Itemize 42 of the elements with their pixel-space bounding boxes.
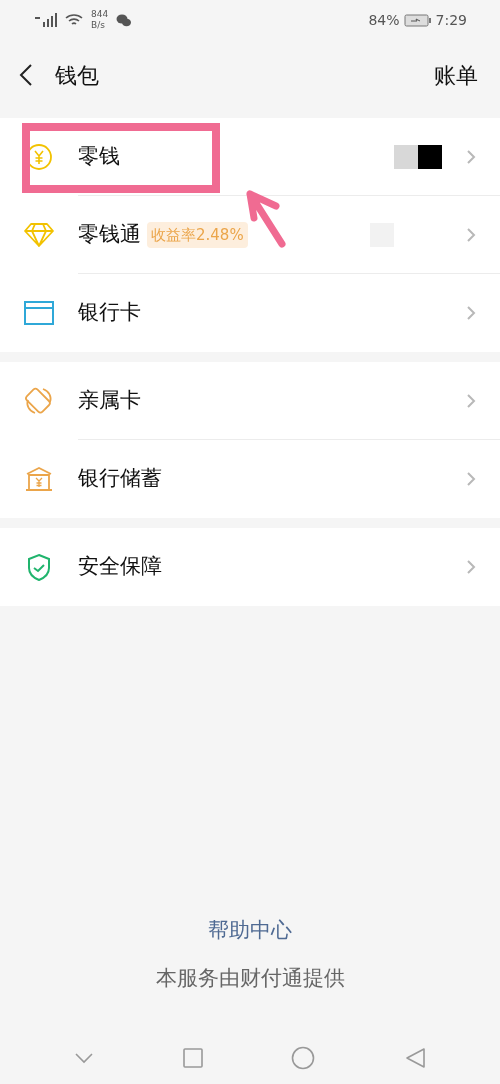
provider-note: 本服务由财付通提供 xyxy=(155,964,345,992)
back-icon[interactable] xyxy=(18,63,34,87)
menu-item-label: 银行卡 xyxy=(78,299,141,327)
battery-percent: 84% xyxy=(368,10,400,30)
diamond-icon xyxy=(24,222,54,248)
page-title: 钱包 xyxy=(55,61,99,90)
square-icon[interactable] xyxy=(182,1048,203,1068)
chevron-right-icon xyxy=(466,393,476,409)
chevron-right-icon xyxy=(466,471,476,487)
back-triangle-icon[interactable] xyxy=(403,1047,426,1069)
chevron-right-icon xyxy=(466,559,476,575)
menu-item[interactable]: 安全保障 xyxy=(0,528,500,606)
battery-charging-icon xyxy=(403,13,432,27)
chat-bubbles-icon xyxy=(116,13,132,27)
card-icon xyxy=(24,301,54,325)
network-speed: 844 xyxy=(91,9,109,20)
menu-item[interactable]: 银行卡 xyxy=(0,274,500,352)
chevron-right-icon xyxy=(466,149,476,165)
help-center-link[interactable]: 帮助中心 xyxy=(208,915,292,947)
yield-badge: 收益率2.48% xyxy=(147,221,248,249)
cellular-signal-icon xyxy=(33,13,57,27)
redaction-block xyxy=(394,145,442,169)
clock-time: 7:29 xyxy=(435,10,467,30)
chevron-right-icon xyxy=(466,305,476,321)
bills-link[interactable]: 账单 xyxy=(434,58,482,92)
menu-item-label: 银行储蓄 xyxy=(78,465,162,493)
menu-item[interactable]: 零钱 xyxy=(0,118,500,196)
wifi-icon xyxy=(65,13,83,27)
home-circle-icon[interactable] xyxy=(291,1046,316,1070)
menu-item[interactable]: 零钱通 收益率2.48% xyxy=(0,196,500,274)
network-speed-unit: B/s xyxy=(91,20,106,31)
menu-item-label: 零钱通 xyxy=(78,221,141,249)
shield-check-icon xyxy=(26,553,52,581)
menu-item-label: 安全保障 xyxy=(78,553,162,581)
menu-item[interactable]: 银行储蓄 xyxy=(0,440,500,518)
tilted-cards-icon xyxy=(24,386,54,416)
chevron-down-icon[interactable] xyxy=(74,1052,95,1064)
menu-item-label: 亲属卡 xyxy=(78,387,141,415)
bank-icon xyxy=(25,466,53,492)
chevron-right-icon xyxy=(466,227,476,243)
menu-item[interactable]: 亲属卡 xyxy=(0,362,500,440)
menu-item-label: 零钱 xyxy=(78,143,120,171)
